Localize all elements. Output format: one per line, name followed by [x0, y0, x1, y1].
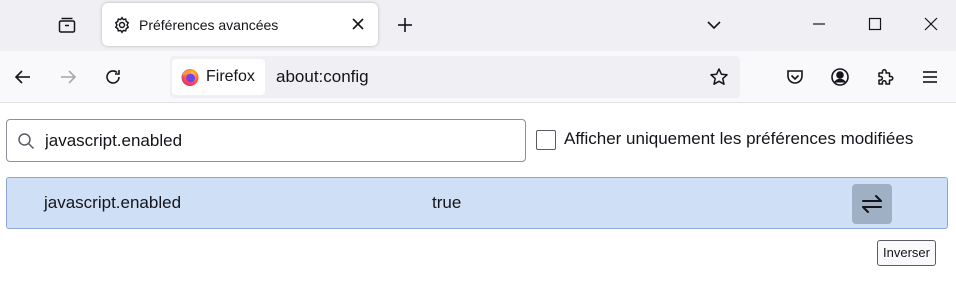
url-text[interactable]: about:config [276, 67, 369, 87]
pocket-button[interactable] [779, 61, 811, 93]
close-window-button[interactable] [907, 0, 955, 48]
navigation-toolbar: Firefox about:config [0, 51, 956, 103]
maximize-button[interactable] [851, 0, 899, 48]
firefox-logo-icon [181, 69, 199, 86]
tab-list-icon [58, 17, 76, 33]
gear-icon [112, 15, 132, 35]
forward-arrow-icon [61, 70, 77, 84]
tab-strip: Préférences avancées [0, 0, 956, 51]
maximize-icon [868, 17, 882, 31]
identity-box[interactable]: Firefox [172, 59, 265, 95]
app-menu-button[interactable] [914, 61, 946, 93]
extensions-icon [878, 68, 894, 85]
close-tab-icon[interactable] [348, 14, 368, 34]
all-tabs-menu-button[interactable] [699, 10, 729, 40]
forward-button[interactable] [52, 61, 84, 93]
minimize-button[interactable] [795, 0, 843, 48]
plus-icon [398, 18, 412, 32]
url-bar[interactable]: Firefox about:config [170, 56, 740, 98]
close-icon [924, 17, 938, 31]
search-icon [18, 133, 35, 150]
tab-advanced-preferences[interactable]: Préférences avancées [102, 3, 378, 46]
account-icon [831, 68, 849, 86]
swap-arrows-icon [862, 195, 882, 213]
reload-button[interactable] [97, 61, 129, 93]
hamburger-menu-icon [923, 71, 937, 83]
preference-name: javascript.enabled [44, 193, 182, 212]
toggle-preference-button[interactable] [852, 184, 892, 224]
preference-value: true [432, 193, 462, 212]
preference-search-box[interactable] [6, 119, 526, 162]
list-all-tabs-button[interactable] [50, 9, 84, 41]
preference-row[interactable]: javascript.enabled true [6, 177, 948, 229]
toggle-tooltip: Inverser [877, 240, 936, 266]
new-tab-button[interactable] [390, 10, 420, 40]
identity-label: Firefox [206, 68, 255, 85]
reload-icon [106, 70, 120, 84]
chevron-down-icon [707, 21, 721, 30]
account-button[interactable] [824, 61, 856, 93]
search-input[interactable] [45, 126, 515, 156]
modified-only-checkbox[interactable] [536, 130, 556, 150]
modified-only-label[interactable]: Afficher uniquement les préférences modi… [564, 129, 913, 149]
extensions-button[interactable] [869, 61, 901, 93]
back-button[interactable] [7, 61, 39, 93]
back-arrow-icon [14, 70, 30, 84]
bookmark-star-icon[interactable] [707, 65, 731, 89]
tab-title: Préférences avancées [139, 16, 279, 33]
pocket-icon [787, 70, 803, 84]
minimize-icon [813, 23, 825, 25]
